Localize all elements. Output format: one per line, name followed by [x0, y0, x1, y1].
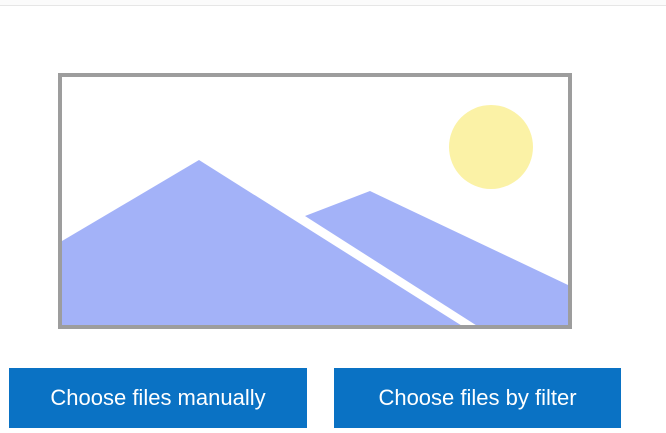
choose-files-manually-button[interactable]: Choose files manually — [9, 368, 307, 428]
file-picker-panel: Choose files manually Choose files by fi… — [0, 0, 666, 433]
image-placeholder-icon — [58, 73, 572, 329]
sun-shape — [449, 105, 533, 189]
top-divider — [0, 0, 666, 6]
choose-files-by-filter-button[interactable]: Choose files by filter — [334, 368, 621, 428]
